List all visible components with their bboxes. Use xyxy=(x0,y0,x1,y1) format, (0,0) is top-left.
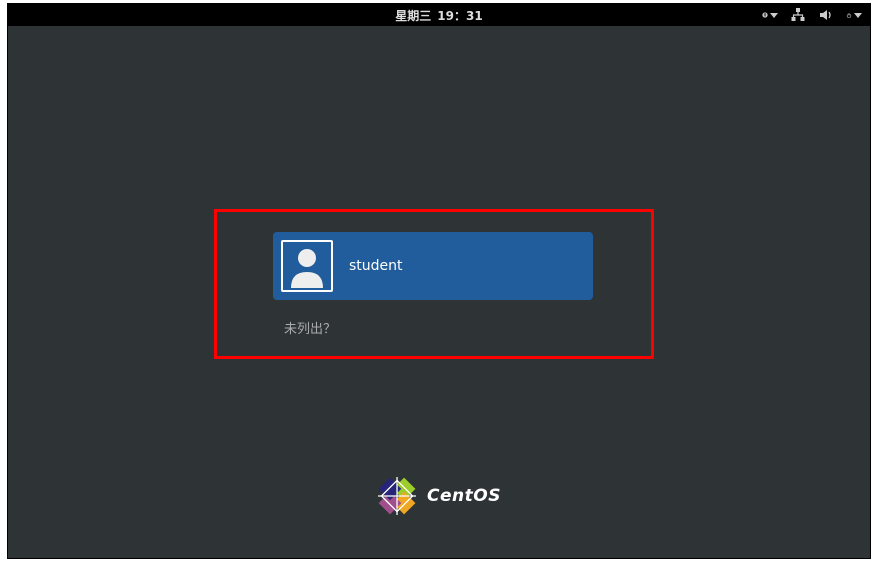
avatar xyxy=(281,240,333,292)
accessibility-icon xyxy=(762,7,768,23)
not-listed-link[interactable]: 未列出？ xyxy=(284,318,336,337)
power-icon xyxy=(846,8,852,23)
user-name-label: student xyxy=(349,258,403,274)
network-icon[interactable] xyxy=(790,7,806,23)
login-screen: 星期三 19：31 xyxy=(7,3,871,559)
day-label: 星期三 xyxy=(395,7,431,24)
clock[interactable]: 星期三 19：31 xyxy=(395,7,482,24)
time-label: 19：31 xyxy=(437,7,482,24)
user-entry[interactable]: student xyxy=(273,232,593,300)
centos-logo-icon xyxy=(377,476,417,516)
chevron-down-icon xyxy=(854,13,862,18)
top-bar: 星期三 19：31 xyxy=(8,4,870,26)
branding: CentOS xyxy=(377,476,501,516)
volume-icon[interactable] xyxy=(818,7,834,23)
chevron-down-icon xyxy=(770,13,778,18)
person-icon xyxy=(285,244,329,288)
status-area xyxy=(762,7,862,23)
accessibility-menu[interactable] xyxy=(762,7,778,23)
power-menu[interactable] xyxy=(846,7,862,23)
brand-name: CentOS xyxy=(427,486,501,506)
